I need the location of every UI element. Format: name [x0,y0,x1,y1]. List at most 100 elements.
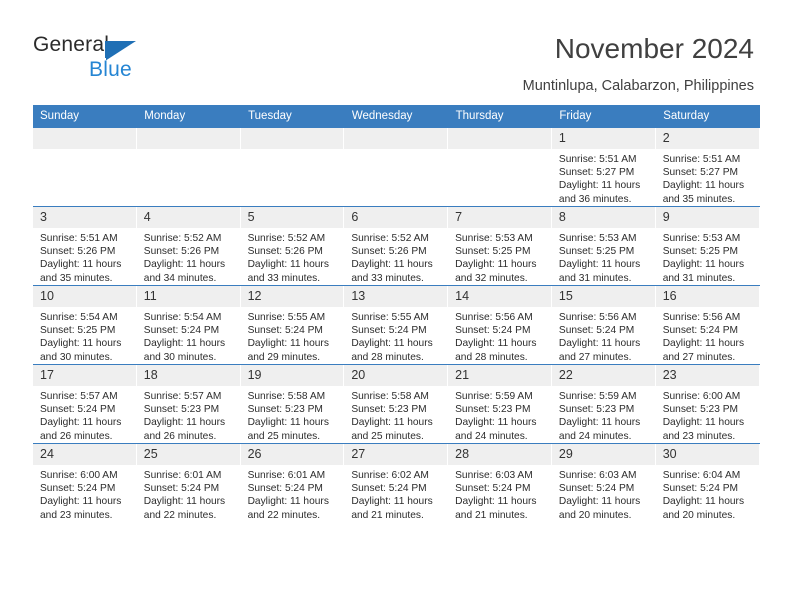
day-number: 11 [136,286,241,307]
daylight-text-line2: and 20 minutes. [662,509,736,521]
sunrise-text: Sunrise: 5:51 AM [40,233,118,244]
calendar-day-cell[interactable]: 17 Sunrise: 5:57 AM Sunset: 5:24 PM Dayligh… [33,364,137,444]
daylight-text-line2: and 35 minutes. [40,272,113,284]
daylight-text-line1: Daylight: 11 hours [40,417,122,429]
sunset-text: Sunset: 5:27 PM [558,167,635,179]
day-number [344,128,449,149]
sunset-text: Sunset: 5:24 PM [247,483,323,495]
sunset-text: Sunset: 5:24 PM [662,483,739,495]
calendar-day-cell[interactable]: 25 Sunrise: 6:01 AM Sunset: 5:24 PM Dayligh… [136,443,241,522]
day-number: 25 [136,444,241,465]
calendar-day-cell[interactable]: 11 Sunrise: 5:54 AM Sunset: 5:24 PM Dayligh… [136,285,241,365]
calendar-day-cell[interactable]: 12 Sunrise: 5:55 AM Sunset: 5:24 PM Dayligh… [240,285,345,365]
calendar-day-cell[interactable]: 22 Sunrise: 5:59 AM Sunset: 5:23 PM Dayligh… [551,364,656,444]
day-number [136,128,241,149]
daylight-text-line2: and 34 minutes. [143,272,217,284]
calendar-day-cell[interactable]: 7 Sunrise: 5:53 AM Sunset: 5:25 PM Daylight… [448,206,552,286]
calendar-day-cell[interactable]: 18 Sunrise: 5:57 AM Sunset: 5:23 PM Dayligh… [136,364,241,444]
calendar-day-cell[interactable]: 13 Sunrise: 5:55 AM Sunset: 5:24 PM Dayligh… [344,285,449,365]
sunset-text: Sunset: 5:23 PM [662,404,739,416]
sunset-text: Sunset: 5:24 PM [143,325,220,337]
calendar-week-row: 10 Sunrise: 5:54 AM Sunset: 5:25 PM Dayligh… [33,285,760,365]
sunset-text: Sunset: 5:24 PM [558,483,635,495]
calendar-day-cell[interactable]: 16 Sunrise: 5:56 AM Sunset: 5:24 PM Dayligh… [655,285,760,365]
day-sun-info: Sunrise: 6:02 AM Sunset: 5:24 PM Daylight:… [344,465,448,522]
calendar-week-row: 1 Sunrise: 5:51 AM Sunset: 5:27 PM Daylight… [33,127,760,207]
day-sun-info: Sunrise: 5:54 AM Sunset: 5:25 PM Daylight:… [33,307,137,364]
day-number: 21 [448,365,552,386]
daylight-text-line1: Daylight: 11 hours [455,417,537,429]
calendar-day-cell[interactable]: 14 Sunrise: 5:56 AM Sunset: 5:24 PM Dayligh… [448,285,552,365]
logo[interactable]: General Blue [33,33,213,85]
calendar-day-cell[interactable]: 6 Sunrise: 5:52 AM Sunset: 5:26 PM Daylight… [344,206,449,286]
daylight-text-line1: Daylight: 11 hours [40,338,122,350]
day-number: 7 [448,207,552,228]
daylight-text-line1: Daylight: 11 hours [143,417,226,429]
daylight-text-line2: and 29 minutes. [247,351,321,363]
day-number: 17 [33,365,137,386]
calendar-day-cell[interactable]: 9 Sunrise: 5:53 AM Sunset: 5:25 PM Daylight… [655,206,760,286]
calendar-day-cell[interactable]: 23 Sunrise: 6:00 AM Sunset: 5:23 PM Dayligh… [655,364,760,444]
daylight-text-line2: and 31 minutes. [558,272,632,284]
day-number: 23 [655,365,760,386]
daylight-text-line2: and 21 minutes. [455,509,528,521]
weekday-header-saturday: Saturday [655,105,760,128]
calendar-day-cell[interactable]: 8 Sunrise: 5:53 AM Sunset: 5:25 PM Daylight… [551,206,656,286]
calendar-day-cell[interactable]: 10 Sunrise: 5:54 AM Sunset: 5:25 PM Dayligh… [33,285,137,365]
calendar-day-cell[interactable]: 29 Sunrise: 6:03 AM Sunset: 5:24 PM Dayligh… [551,443,656,522]
day-sun-info: Sunrise: 6:00 AM Sunset: 5:23 PM Daylight:… [656,386,760,443]
calendar-day-cell[interactable]: 26 Sunrise: 6:01 AM Sunset: 5:24 PM Dayligh… [240,443,345,522]
sunset-text: Sunset: 5:25 PM [455,246,531,258]
day-number: 24 [33,444,137,465]
calendar-day-cell[interactable]: 15 Sunrise: 5:56 AM Sunset: 5:24 PM Dayligh… [551,285,656,365]
day-number: 6 [344,207,449,228]
daylight-text-line2: and 27 minutes. [662,351,736,363]
calendar-day-cell[interactable]: 20 Sunrise: 5:58 AM Sunset: 5:23 PM Dayligh… [344,364,449,444]
daylight-text-line2: and 20 minutes. [558,509,632,521]
calendar-day-cell[interactable]: 5 Sunrise: 5:52 AM Sunset: 5:26 PM Daylight… [240,206,345,286]
daylight-text-line1: Daylight: 11 hours [662,338,745,350]
day-number: 30 [655,444,760,465]
sunset-text: Sunset: 5:23 PM [558,404,635,416]
calendar-day-cell[interactable]: 4 Sunrise: 5:52 AM Sunset: 5:26 PM Daylight… [136,206,241,286]
day-sun-info: Sunrise: 5:56 AM Sunset: 5:24 PM Daylight:… [448,307,552,364]
sunset-text: Sunset: 5:24 PM [143,483,220,495]
calendar-day-cell-empty [240,127,345,207]
calendar-day-cell[interactable]: 21 Sunrise: 5:59 AM Sunset: 5:23 PM Dayligh… [448,364,552,444]
logo-text-general: General [33,33,110,56]
daylight-text-line1: Daylight: 11 hours [40,259,122,271]
day-sun-info: Sunrise: 5:56 AM Sunset: 5:24 PM Daylight:… [656,307,760,364]
sunrise-text: Sunrise: 5:54 AM [40,312,118,323]
calendar-day-cell[interactable]: 3 Sunrise: 5:51 AM Sunset: 5:26 PM Daylight… [33,206,137,286]
daylight-text-line1: Daylight: 11 hours [247,338,329,350]
sunset-text: Sunset: 5:24 PM [455,325,531,337]
calendar-week-row: 3 Sunrise: 5:51 AM Sunset: 5:26 PM Daylight… [33,206,760,286]
calendar-day-cell[interactable]: 30 Sunrise: 6:04 AM Sunset: 5:24 PM Dayligh… [655,443,760,522]
calendar-day-cell[interactable]: 1 Sunrise: 5:51 AM Sunset: 5:27 PM Daylight… [551,127,656,207]
sunset-text: Sunset: 5:24 PM [351,483,427,495]
daylight-text-line1: Daylight: 11 hours [558,180,641,192]
daylight-text-line1: Daylight: 11 hours [455,259,537,271]
daylight-text-line2: and 25 minutes. [351,430,424,442]
calendar-day-cell[interactable]: 19 Sunrise: 5:58 AM Sunset: 5:23 PM Dayligh… [240,364,345,444]
logo-text-blue: Blue [89,58,132,81]
day-number: 2 [655,128,760,149]
sunrise-text: Sunrise: 5:52 AM [247,233,326,244]
day-sun-info: Sunrise: 6:00 AM Sunset: 5:24 PM Daylight:… [33,465,137,522]
daylight-text-line1: Daylight: 11 hours [351,338,433,350]
day-number: 16 [655,286,760,307]
calendar-day-cell[interactable]: 2 Sunrise: 5:51 AM Sunset: 5:27 PM Daylight… [655,127,760,207]
day-sun-info: Sunrise: 5:51 AM Sunset: 5:27 PM Daylight:… [552,149,656,206]
day-sun-info: Sunrise: 5:52 AM Sunset: 5:26 PM Daylight:… [344,228,448,285]
daylight-text-line1: Daylight: 11 hours [662,496,745,508]
daylight-text-line2: and 31 minutes. [662,272,736,284]
sunrise-text: Sunrise: 6:01 AM [143,470,222,481]
day-sun-info: Sunrise: 5:58 AM Sunset: 5:23 PM Daylight:… [241,386,345,443]
daylight-text-line2: and 24 minutes. [455,430,528,442]
day-number: 19 [240,365,345,386]
calendar-day-cell[interactable]: 28 Sunrise: 6:03 AM Sunset: 5:24 PM Dayligh… [448,443,552,522]
calendar-day-cell[interactable]: 27 Sunrise: 6:02 AM Sunset: 5:24 PM Dayligh… [344,443,449,522]
day-sun-info: Sunrise: 5:55 AM Sunset: 5:24 PM Daylight:… [344,307,448,364]
calendar-grid: Sunday Monday Tuesday Wednesday Thursday… [33,105,760,522]
calendar-day-cell[interactable]: 24 Sunrise: 6:00 AM Sunset: 5:24 PM Dayligh… [33,443,137,522]
